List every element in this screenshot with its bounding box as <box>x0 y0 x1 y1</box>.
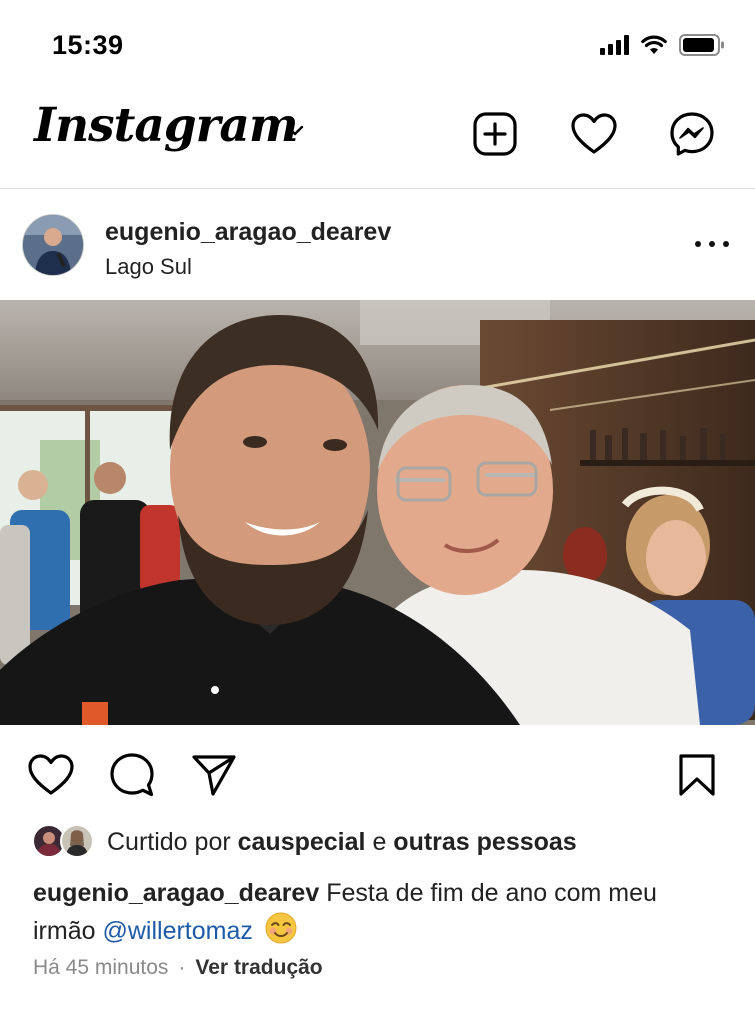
post-image <box>0 300 755 725</box>
send-icon <box>192 755 236 796</box>
post-location[interactable]: Lago Sul <box>105 254 192 280</box>
heart-icon <box>28 754 74 795</box>
like-button[interactable] <box>27 751 75 799</box>
more-icon-dot <box>723 241 729 247</box>
avatar-photo <box>23 215 83 275</box>
post-caption: eugenio_aragao_dearev Festa de fim de an… <box>33 876 723 949</box>
plus-square-icon <box>473 112 517 156</box>
heart-icon <box>571 113 617 154</box>
post-photo[interactable] <box>0 300 755 725</box>
post-meta: Há 45 minutos · Ver tradução <box>33 956 323 980</box>
status-bar: 15:39 <box>0 0 755 90</box>
see-translation-link[interactable]: Ver tradução <box>195 956 322 979</box>
more-icon-dot <box>709 241 715 247</box>
battery-icon <box>679 34 724 56</box>
status-time: 15:39 <box>52 30 124 60</box>
post-timestamp: Há 45 minutos <box>33 956 169 979</box>
more-options-button[interactable] <box>695 234 729 254</box>
likes-row: Curtido por causpecial e outras pessoas <box>0 822 755 864</box>
save-button[interactable] <box>673 751 721 799</box>
share-button[interactable] <box>190 751 238 799</box>
instagram-logo[interactable]: Instagram <box>34 98 299 153</box>
liker-avatars[interactable] <box>32 824 96 860</box>
likes-conjunction: e <box>372 828 387 856</box>
comment-icon <box>110 753 154 797</box>
liked-by-username[interactable]: causpecial <box>238 828 366 856</box>
likes-prefix: Curtido por <box>107 828 231 856</box>
wifi-icon <box>641 35 667 54</box>
cellular-signal-icon <box>600 35 629 55</box>
direct-messages-button[interactable] <box>668 110 716 158</box>
more-icon-dot <box>695 241 701 247</box>
avatar[interactable] <box>22 214 84 276</box>
activity-button[interactable] <box>570 110 618 158</box>
header-divider <box>0 188 755 189</box>
status-icons <box>600 34 725 56</box>
likes-text[interactable]: Curtido por causpecial e outras pessoas <box>107 828 577 857</box>
post-username[interactable]: eugenio_aragao_dearev <box>105 218 391 247</box>
post-actions <box>0 745 755 805</box>
app-header: Instagram <box>0 96 755 178</box>
liker-avatar <box>60 824 94 858</box>
meta-separator: · <box>178 956 186 979</box>
post-header: eugenio_aragao_dearev Lago Sul <box>0 200 755 292</box>
messenger-icon <box>670 112 714 156</box>
caption-username[interactable]: eugenio_aragao_dearev <box>33 879 319 907</box>
likes-others-link[interactable]: outras pessoas <box>393 828 576 856</box>
chevron-down-icon[interactable] <box>284 124 306 138</box>
smiling-face-emoji-icon <box>265 912 297 944</box>
new-post-button[interactable] <box>471 110 519 158</box>
bookmark-icon <box>679 754 715 796</box>
comment-button[interactable] <box>108 751 156 799</box>
caption-mention[interactable]: @willertomaz <box>102 917 252 945</box>
